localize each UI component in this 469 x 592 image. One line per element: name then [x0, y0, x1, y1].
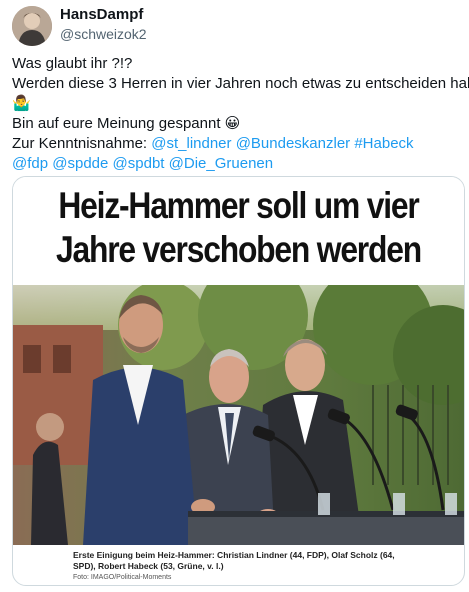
author-handle[interactable]: @schweizok2 — [60, 25, 147, 43]
author-name-block[interactable]: HansDampf @schweizok2 — [60, 5, 147, 43]
tweet-line-5: Zur Kenntnisnahme: @st_lindner @Bundeska… — [12, 134, 460, 154]
mention-st-lindner[interactable]: @st_lindner — [151, 135, 231, 152]
mention-fdp[interactable]: @fdp — [12, 155, 48, 172]
mention-spdde[interactable]: @spdde — [52, 155, 108, 172]
grinning-face-emoji: 😀 — [224, 115, 241, 132]
mention-die-gruenen[interactable]: @Die_Gruenen — [169, 155, 273, 172]
mention-bundeskanzler[interactable]: @Bundeskanzler — [236, 135, 350, 152]
tweet-line-5-prefix: Zur Kenntnisnahme: — [12, 135, 152, 152]
tweet-line-6: @fdp @spdde @spdbt @Die_Gruenen — [12, 154, 460, 174]
photo-caption: Erste Einigung beim Heiz-Hammer: Christi… — [73, 550, 395, 571]
author-avatar[interactable] — [12, 6, 52, 46]
headline-line-1: Heiz-Hammer soll um vier — [58, 185, 419, 226]
tweet-line-2: Werden diese 3 Herren in vier Jahren noc… — [12, 75, 469, 92]
man-shrugging-emoji: 🤷‍♂️ — [12, 95, 31, 112]
tweet-line-4: Bin auf eure Meinung gespannt 😀 — [12, 114, 460, 134]
tweet-text: Was glaubt ihr ?!? Werden diese 3 Herren… — [12, 54, 469, 174]
tweet-line-4-text: Bin auf eure Meinung gespannt — [12, 115, 225, 132]
hashtag-habeck[interactable]: #Habeck — [354, 135, 413, 152]
photo-credit: Foto: IMAGO/Political-Moments — [73, 574, 172, 581]
tweet-media-image[interactable]: Heiz-Hammer soll um vier Jahre verschobe… — [12, 176, 465, 586]
mention-spdbt[interactable]: @spdbt — [113, 155, 165, 172]
headline-line-2: Jahre verschoben werden — [56, 229, 422, 270]
press-conference-photo — [13, 285, 464, 545]
author-display-name[interactable]: HansDampf — [60, 5, 147, 25]
tweet-line-1: Was glaubt ihr ?!? — [12, 55, 133, 72]
tweet-line-3: 🤷‍♂️ — [12, 94, 460, 114]
article-headline: Heiz-Hammer soll um vier Jahre verschobe… — [13, 177, 464, 285]
